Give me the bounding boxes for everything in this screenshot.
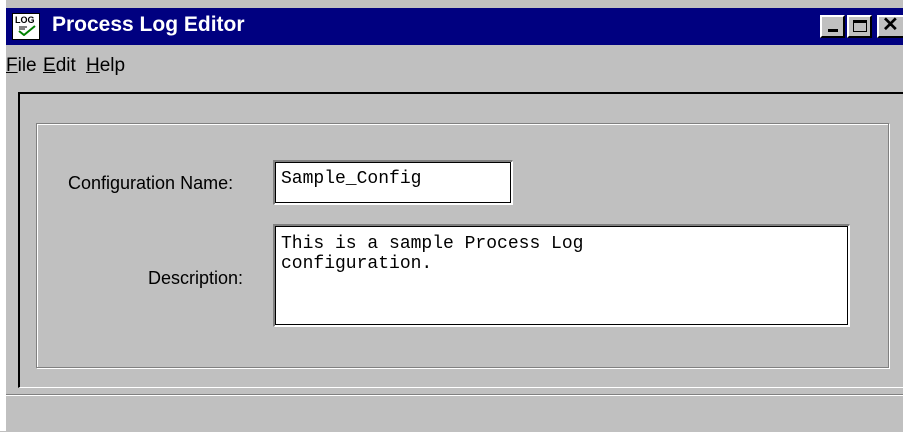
window-title: Process Log Editor bbox=[52, 13, 245, 36]
menu-file-label: ile bbox=[17, 55, 37, 76]
menu-edit-mnemonic: E bbox=[43, 55, 56, 76]
menu-help[interactable]: Help bbox=[86, 55, 125, 77]
close-button[interactable]: ✕ bbox=[877, 14, 903, 38]
menu-edit-label: dit bbox=[55, 55, 76, 76]
title-bar[interactable]: LOG Process Log Editor ✕ bbox=[6, 8, 903, 45]
checkmark-icon bbox=[18, 25, 36, 36]
process-log-editor-window: LOG Process Log Editor ✕ File Edit Help … bbox=[0, 0, 903, 431]
status-bar bbox=[6, 394, 903, 432]
menu-edit[interactable]: Edit bbox=[43, 55, 76, 77]
menu-help-mnemonic: H bbox=[86, 55, 100, 76]
maximize-button[interactable] bbox=[847, 15, 872, 38]
maximize-icon bbox=[853, 20, 867, 32]
menu-help-label: elp bbox=[99, 55, 126, 76]
minimize-icon bbox=[828, 29, 838, 32]
minimize-button[interactable] bbox=[820, 15, 845, 38]
app-icon-label: LOG bbox=[15, 15, 35, 25]
menu-bar: File Edit Help bbox=[6, 47, 903, 85]
config-name-field[interactable]: Sample_Config bbox=[273, 160, 513, 205]
description-field[interactable]: This is a sample Process Log configurati… bbox=[273, 224, 850, 327]
close-icon: ✕ bbox=[882, 14, 899, 36]
menu-file-mnemonic: F bbox=[6, 55, 18, 76]
process-log-app-icon[interactable]: LOG bbox=[12, 13, 40, 40]
description-label: Description: bbox=[148, 268, 244, 288]
config-name-label: Configuration Name: bbox=[68, 173, 234, 193]
menu-file[interactable]: File bbox=[6, 55, 37, 77]
